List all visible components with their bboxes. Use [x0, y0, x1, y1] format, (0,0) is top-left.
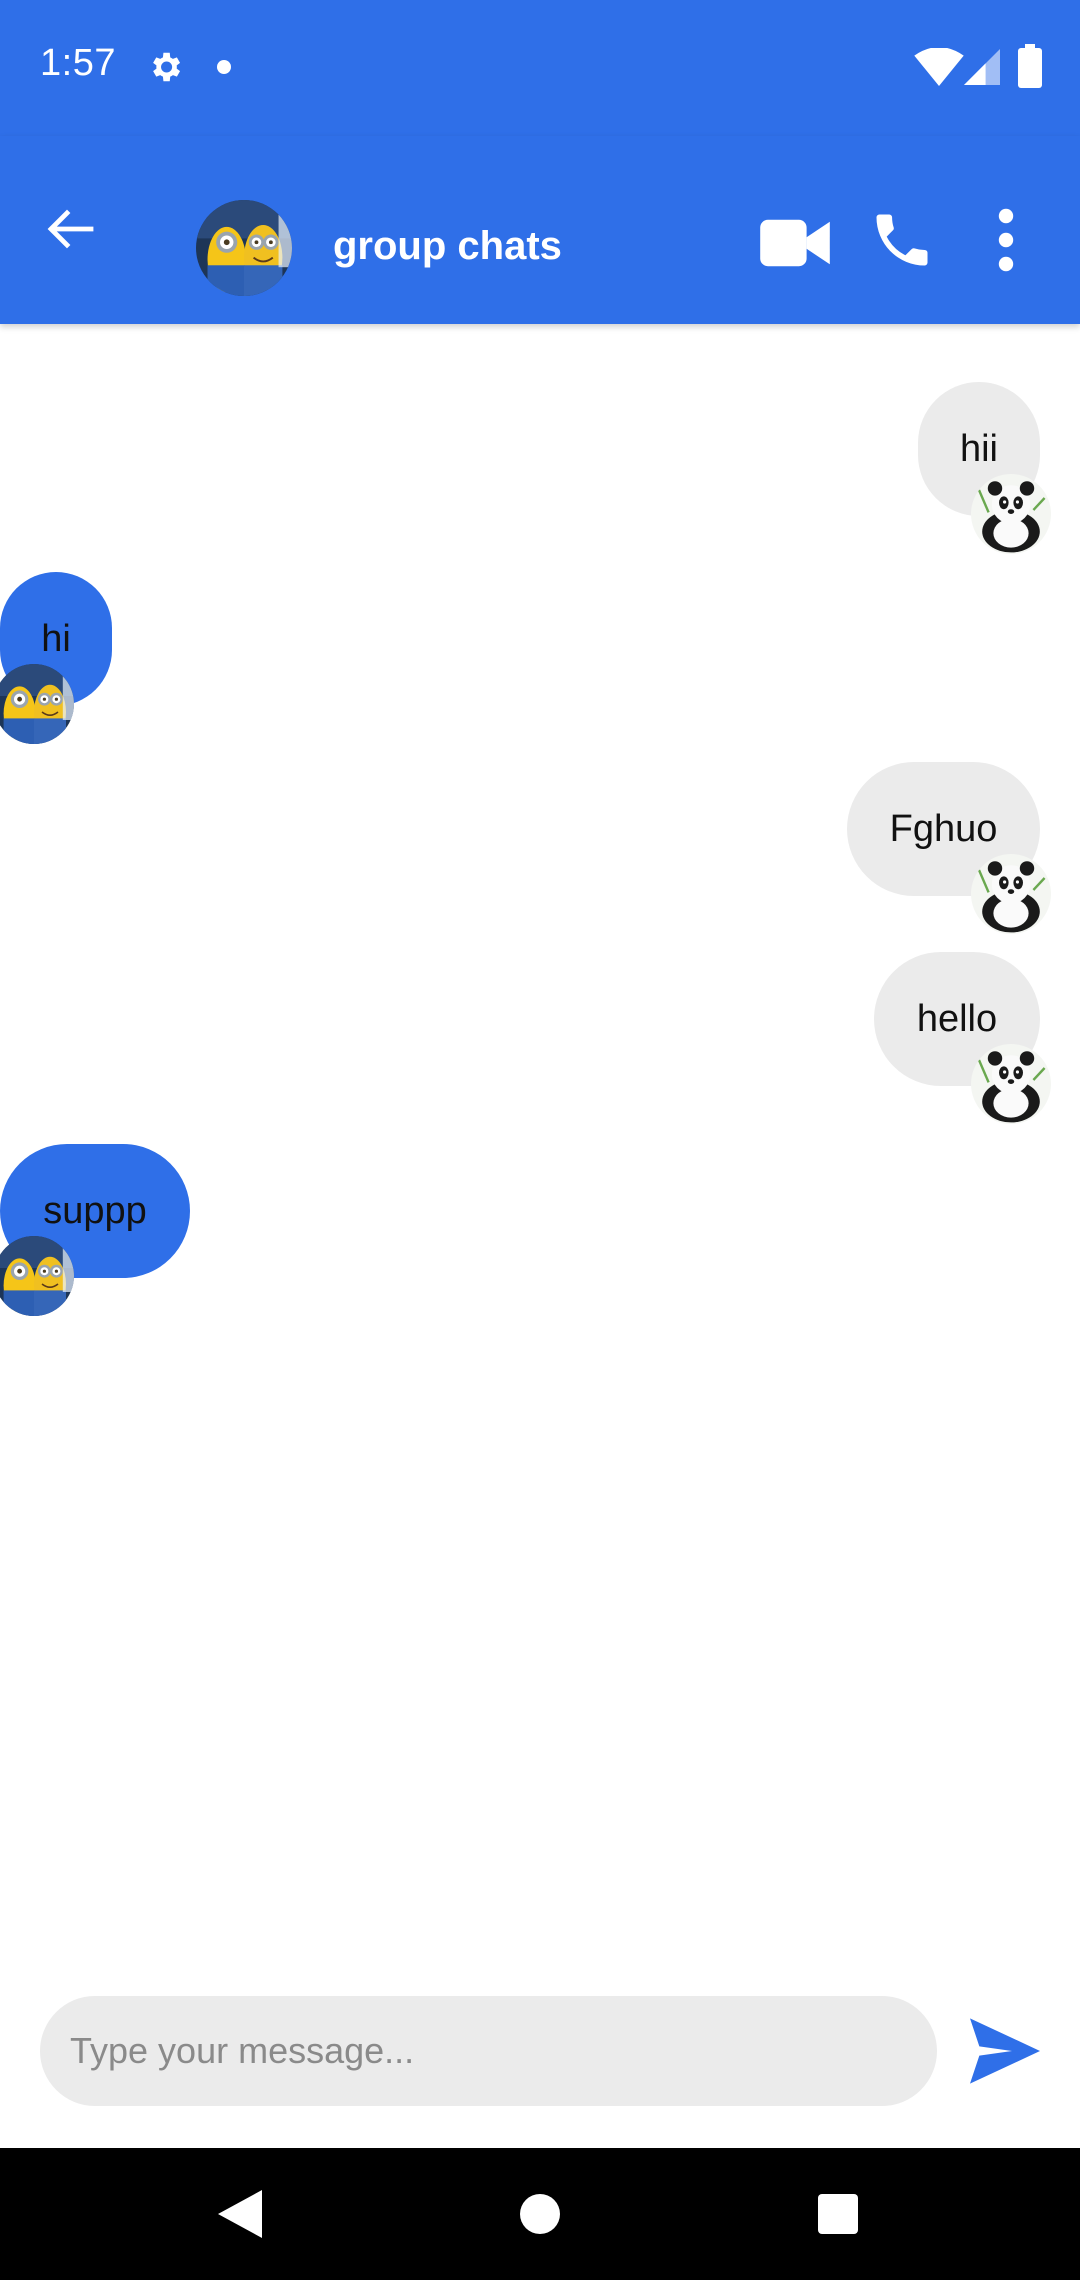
minions-avatar[interactable] [0, 1236, 74, 1316]
chat-screen: 1:57 group chats hii hi Fghuo hello supp… [0, 0, 1080, 2280]
message-text: suppp [43, 1189, 147, 1232]
notification-dot-icon [217, 60, 231, 74]
wifi-icon [914, 48, 964, 86]
panda-avatar-image [971, 474, 1051, 554]
minions-avatar[interactable] [0, 664, 74, 744]
phone-icon[interactable] [868, 206, 936, 274]
video-call-icon[interactable] [760, 214, 830, 272]
nav-home-icon[interactable] [520, 2194, 560, 2234]
message-text: Fghuo [889, 807, 998, 850]
system-nav-bar [0, 2148, 1080, 2280]
status-time: 1:57 [40, 42, 116, 84]
panda-avatar[interactable] [971, 1044, 1051, 1124]
more-vert-icon[interactable] [980, 204, 1032, 276]
nav-recents-icon[interactable] [818, 2194, 858, 2234]
app-bar: group chats [0, 136, 1080, 324]
panda-avatar[interactable] [971, 854, 1051, 934]
arrow-left-icon [47, 209, 94, 249]
status-bar: 1:57 [0, 0, 1080, 136]
message-text: hii [959, 427, 999, 470]
panda-avatar[interactable] [971, 474, 1051, 554]
send-icon[interactable] [970, 2018, 1040, 2084]
group-title[interactable]: group chats [333, 224, 562, 269]
message-input[interactable] [68, 2029, 909, 2073]
cell-signal-icon [964, 49, 1000, 85]
message-list[interactable]: hii hi Fghuo hello suppp [0, 324, 1080, 1974]
minions-avatar-image [196, 200, 292, 296]
panda-avatar-image [971, 854, 1051, 934]
minions-avatar-image [0, 664, 74, 744]
minions-avatar-image [0, 1236, 74, 1316]
group-avatar[interactable] [196, 200, 292, 296]
gear-icon [153, 52, 181, 82]
back-button[interactable] [26, 194, 116, 264]
message-text: hello [916, 997, 998, 1040]
battery-icon [1018, 44, 1042, 88]
message-text: hi [41, 617, 71, 660]
panda-avatar-image [971, 1044, 1051, 1124]
message-composer[interactable] [40, 1996, 937, 2106]
nav-back-icon[interactable] [218, 2190, 262, 2238]
